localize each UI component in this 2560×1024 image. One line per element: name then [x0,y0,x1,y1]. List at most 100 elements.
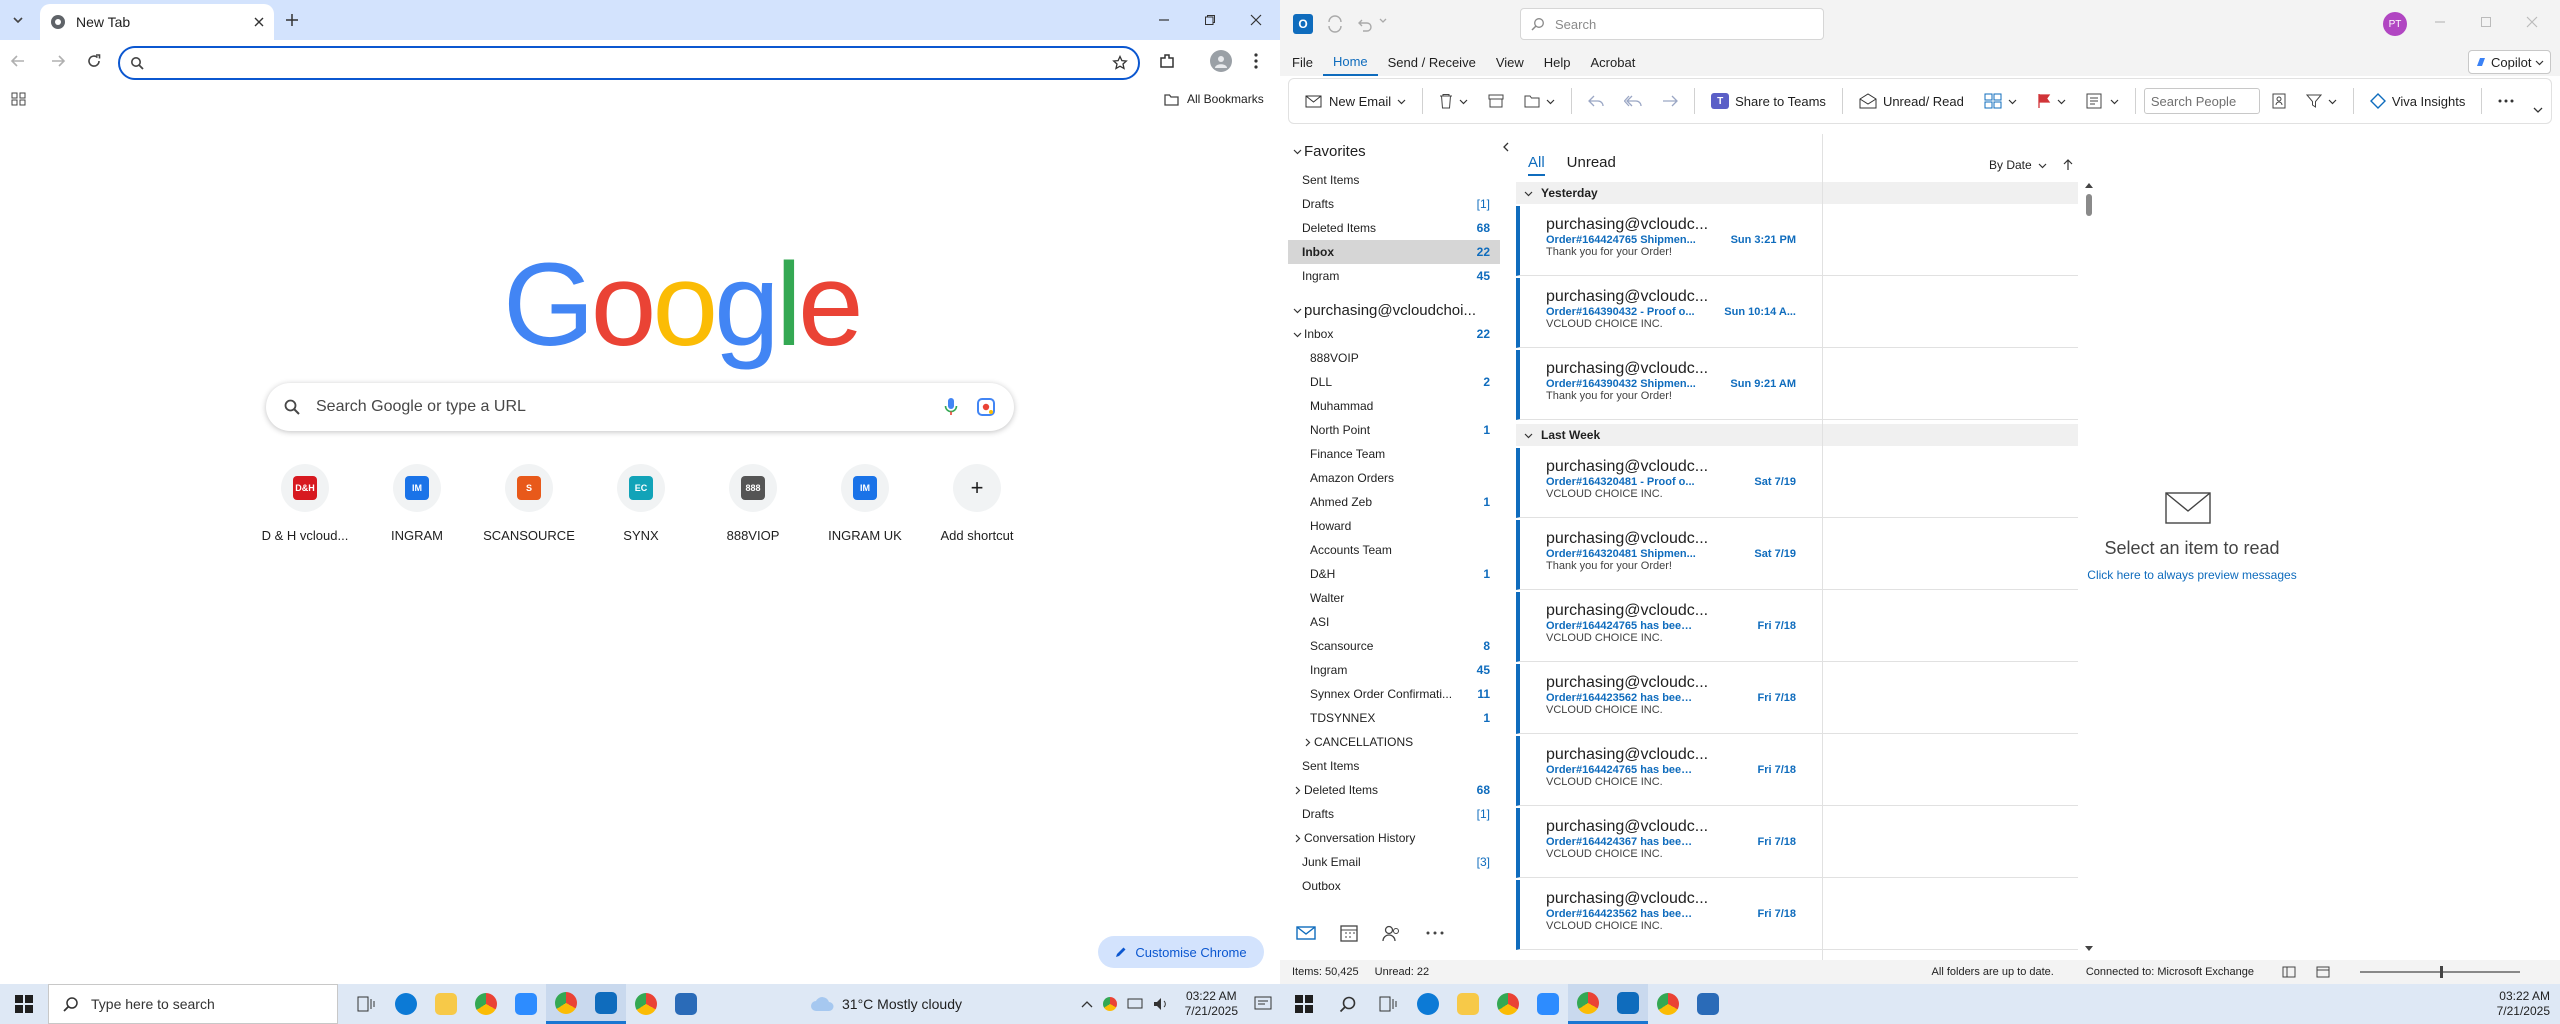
folder-item[interactable]: Drafts [1] [1288,192,1500,216]
folder-item[interactable]: Drafts [1] [1288,802,1500,826]
folder-item[interactable]: Walter [1288,586,1500,610]
app-icon[interactable] [1688,984,1728,1024]
outlook-search-box[interactable]: Search [1520,8,1824,40]
categorize-button[interactable] [1976,85,2025,117]
close-window-icon[interactable] [2526,16,2538,28]
reply-all-button[interactable] [1616,85,1650,117]
outlook-taskbar-icon[interactable] [1608,984,1648,1024]
folder-item[interactable]: Outbox [1288,874,1500,898]
folder-item[interactable]: Sent Items [1288,168,1500,192]
more-commands-button[interactable] [2490,85,2522,117]
ribbon-expand-icon[interactable] [2533,105,2543,115]
chevron-up-icon[interactable] [1081,1000,1093,1008]
close-tab-icon[interactable] [254,17,264,27]
shortcut-tile[interactable]: + Add shortcut [921,462,1033,543]
edge-icon[interactable] [1408,984,1448,1024]
menu-tab-file[interactable]: File [1282,48,1323,76]
weather-widget[interactable]: 31°C Mostly cloudy [810,996,962,1012]
qat-dropdown-icon[interactable] [1378,15,1388,25]
chrome-profile-icon[interactable] [546,984,586,1024]
folder-item[interactable]: Deleted Items 68 [1288,778,1500,802]
people-icon[interactable] [1382,924,1402,942]
chrome-icon[interactable] [466,984,506,1024]
chevron-down-icon[interactable] [1292,147,1302,156]
viva-insights-button[interactable]: Viva Insights [2362,85,2473,117]
folder-item[interactable]: Ahmed Zeb 1 [1288,490,1500,514]
chrome-menu-icon[interactable] [1253,52,1259,70]
address-bar[interactable] [118,46,1140,80]
menu-tab-send-receive[interactable]: Send / Receive [1378,48,1486,76]
tab-search-icon[interactable] [8,10,28,30]
chrome-alt-icon[interactable] [1648,984,1688,1024]
address-book-button[interactable] [2264,85,2294,117]
reading-view-icon[interactable] [2316,966,2330,978]
menu-tab-home[interactable]: Home [1322,48,1378,76]
folder-item[interactable]: North Point 1 [1288,418,1500,442]
folder-group-header[interactable]: Favorites [1288,134,1500,168]
zoom-app-icon[interactable] [1528,984,1568,1024]
extensions-icon[interactable] [1158,52,1176,70]
edge-icon[interactable] [386,984,426,1024]
shortcut-tile[interactable]: EC SYNX [585,462,697,543]
menu-tab-view[interactable]: View [1486,48,1534,76]
forward-button[interactable] [1654,85,1686,117]
network-icon[interactable] [1127,998,1143,1010]
apps-grid-icon[interactable] [11,91,27,107]
profile-avatar[interactable] [1210,50,1232,72]
reply-button[interactable] [1580,85,1612,117]
folder-item[interactable]: Synnex Order Confirmati... 11 [1288,682,1500,706]
tab-unread[interactable]: Unread [1567,154,1616,176]
share-to-teams-button[interactable]: T Share to Teams [1703,85,1834,117]
shortcut-tile[interactable]: S SCANSOURCE [473,462,585,543]
folder-item[interactable]: Conversation History [1288,826,1500,850]
folder-item[interactable]: 888VOIP [1288,346,1500,370]
rules-button[interactable] [2078,85,2127,117]
google-search-box[interactable]: Search Google or type a URL [266,383,1014,431]
folder-item[interactable]: ASI [1288,610,1500,634]
folder-item[interactable]: Scansource 8 [1288,634,1500,658]
calendar-icon[interactable] [1340,924,1358,942]
task-view-icon[interactable] [1368,984,1408,1024]
folder-item[interactable]: Inbox 22 [1288,240,1500,264]
taskbar-search-box[interactable]: Type here to search [48,984,338,1024]
shortcut-tile[interactable]: IM INGRAM [361,462,473,543]
outlook-taskbar-icon[interactable] [586,984,626,1024]
zoom-slider-thumb[interactable] [2440,966,2443,978]
folder-item[interactable]: Ingram 45 [1288,264,1500,288]
back-icon[interactable] [10,53,26,69]
folder-group-header[interactable]: purchasing@vcloudchoi... [1288,298,1500,322]
folder-item[interactable]: Sent Items [1288,754,1500,778]
file-explorer-icon[interactable] [426,984,466,1024]
zoom-app-icon[interactable] [506,984,546,1024]
folder-item[interactable]: DLL 2 [1288,370,1500,394]
shortcut-tile[interactable]: D&H D & H vcloud... [249,462,361,543]
shortcut-tile[interactable]: IM INGRAM UK [809,462,921,543]
folder-item[interactable]: Howard [1288,514,1500,538]
flag-button[interactable] [2029,85,2074,117]
more-apps-icon[interactable] [1426,931,1444,935]
folder-item[interactable]: Junk Email [3] [1288,850,1500,874]
collapse-folder-pane-icon[interactable] [1502,142,1510,152]
copilot-button[interactable]: Copilot [2468,50,2552,74]
menu-tab-help[interactable]: Help [1534,48,1581,76]
sync-icon[interactable] [1326,15,1344,33]
chevron-right-icon[interactable] [1292,834,1302,843]
customise-chrome-button[interactable]: Customise Chrome [1098,936,1264,968]
voice-search-icon[interactable] [944,397,958,417]
search-icon[interactable] [1328,984,1368,1024]
chrome-icon[interactable] [1488,984,1528,1024]
folder-item[interactable]: Amazon Orders [1288,466,1500,490]
tab-all[interactable]: All [1528,154,1545,176]
minimize-icon[interactable] [2434,16,2446,28]
delete-button[interactable] [1431,85,1476,117]
folder-item[interactable]: Muhammad [1288,394,1500,418]
mail-icon[interactable] [1296,925,1316,941]
minimize-icon[interactable] [1154,10,1174,30]
chevron-right-icon[interactable] [1292,786,1302,795]
clock[interactable]: 03:22 AM 7/21/2025 [1185,989,1238,1019]
chevron-down-icon[interactable] [1292,306,1302,315]
always-preview-link[interactable]: Click here to always preview messages [1823,568,2560,582]
start-icon[interactable] [0,984,48,1024]
menu-tab-acrobat[interactable]: Acrobat [1581,48,1646,76]
restore-icon[interactable] [1200,10,1220,30]
